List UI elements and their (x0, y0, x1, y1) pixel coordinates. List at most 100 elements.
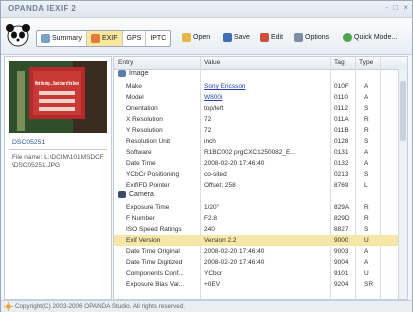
table-row[interactable]: Orientation top/left 0112 S (114, 103, 398, 114)
entry-cell: F Number (126, 215, 155, 222)
table-row[interactable]: Date Time Digitized 2008-02-20 17:46:40 90… (114, 257, 398, 268)
tag-cell: 0132 (334, 160, 349, 167)
tag-cell: 011B (334, 127, 349, 134)
entry-cell: Date Time Digitized (126, 259, 183, 266)
entry-cell: X Resolution (126, 116, 163, 123)
tab-summary[interactable]: Summary (37, 31, 87, 46)
value-cell: 1/20" (204, 204, 219, 211)
tag-cell: 0128 (334, 138, 349, 145)
value-cell[interactable]: Sony Ericsson (204, 83, 328, 90)
exif-table: Entry Value Tag Type Image Make Sony Erics… (113, 56, 408, 300)
table-row[interactable]: ISO Speed Ratings 240 8827 S (114, 224, 398, 235)
column-header-value[interactable]: Value (204, 59, 220, 66)
type-cell: S (364, 138, 369, 145)
open-button[interactable]: Open (182, 30, 210, 45)
tag-cell: 0213 (334, 171, 349, 178)
entry-cell: Resolution Unit (126, 138, 171, 145)
table-row[interactable]: Exif Version Version 2.2 9000 U (114, 235, 398, 246)
table-row[interactable]: Resolution Unit inch 0128 S (114, 136, 398, 147)
toolbar: Summary EXIF GPS IPTC Open Save Edit Opt… (1, 18, 412, 55)
type-cell: A (364, 259, 369, 266)
scrollbar-thumb[interactable] (400, 81, 406, 141)
edit-button[interactable]: Edit (260, 30, 283, 45)
entry-cell: Date Time (126, 160, 156, 167)
table-row[interactable]: YCbCr Positioning co-sited 0213 S (114, 169, 398, 180)
table-row[interactable]: F Number F2.8 829D R (114, 213, 398, 224)
table-header: Entry Value Tag Type (114, 57, 407, 70)
options-button[interactable]: Options (294, 30, 329, 45)
table-row[interactable]: Model W800i 0110 A (114, 92, 398, 103)
entry-cell: Exposure Bias Val... (126, 281, 185, 288)
tag-cell: 829A (334, 204, 350, 211)
table-row[interactable]: Software R1BC002 prgCXC1250082_E... 0131 A (114, 147, 398, 158)
value-cell: 2008-02-20 17:46:40 (204, 259, 265, 266)
title-bar: OPANDA IEXIF 2 - □ × (1, 1, 412, 18)
vertical-scrollbar[interactable] (398, 69, 407, 299)
value-cell: +0EV (204, 281, 221, 288)
window-title: OPANDA IEXIF 2 (8, 4, 77, 13)
maximize-button[interactable]: □ (393, 3, 398, 12)
type-cell: A (364, 248, 369, 255)
panda-logo-icon (6, 24, 30, 47)
table-row[interactable]: Date Time 2008-02-20 17:46:40 0132 A (114, 158, 398, 169)
close-button[interactable]: × (403, 3, 408, 12)
type-cell: A (364, 149, 369, 156)
tag-cell: 011A (334, 116, 349, 123)
type-cell: R (364, 127, 369, 134)
status-bar: Copyright(C) 2003-2006 OPANDA Studio. Al… (1, 300, 412, 312)
entry-cell: Make (126, 83, 142, 90)
minimize-button[interactable]: - (385, 3, 388, 12)
column-header-entry[interactable]: Entry (118, 59, 133, 66)
divider (9, 149, 107, 150)
app-window: OPANDA IEXIF 2 - □ × Summary EXIF GPS IP… (0, 0, 413, 312)
tag-cell: 9101 (334, 270, 349, 277)
copyright-text: Copyright(C) 2003-2006 OPANDA Studio. Al… (15, 303, 185, 310)
entry-cell: YCbCr Positioning (126, 171, 180, 178)
entry-cell: Exif Version (126, 237, 161, 244)
value-cell: Version 2.2 (204, 237, 237, 244)
value-cell: YCbcr (204, 270, 223, 277)
value-cell: R1BC002 prgCXC1250082_E... (204, 149, 296, 156)
photo-sign-text: Mind the step ... Stand clear of the Doo… (35, 81, 79, 87)
tag-cell: 9003 (334, 248, 349, 255)
table-row[interactable]: Date Time Original 2008-02-20 17:46:40 900… (114, 246, 398, 257)
window-controls: - □ × (382, 3, 408, 12)
value-cell: inch (204, 138, 216, 145)
column-header-type[interactable]: Type (359, 59, 373, 66)
table-row[interactable]: Make Sony Ericsson 010F A (114, 81, 398, 92)
table-row[interactable]: Exposure Bias Val... +0EV 9204 SR (114, 279, 398, 290)
image-icon (118, 70, 126, 77)
value-cell: co-sited (204, 171, 227, 178)
tab-gps[interactable]: GPS (123, 31, 147, 46)
tag-cell: 010F (334, 83, 349, 90)
file-path-info: File name: L:\DCIM\101MSDCF\DSC05251.JPG (12, 154, 104, 169)
thumbnail-panel: Mind the step ... Stand clear of the Doo… (4, 56, 112, 300)
type-cell: U (364, 270, 369, 277)
value-cell: 72 (204, 127, 212, 134)
tab-iptc[interactable]: IPTC (146, 31, 170, 46)
group-header[interactable]: Image (118, 70, 148, 77)
disk-icon (223, 33, 232, 42)
table-row[interactable]: ExifIFD Pointer Offset: 258 8769 L (114, 180, 398, 191)
value-cell[interactable]: W800i (204, 94, 328, 101)
value-cell: top/left (204, 105, 224, 112)
entry-cell: ExifIFD Pointer (126, 182, 170, 189)
summary-icon (41, 34, 50, 43)
table-row[interactable]: Y Resolution 72 011B R (114, 125, 398, 136)
table-row[interactable]: Exposure Time 1/20" 829A R (114, 202, 398, 213)
table-row[interactable]: Components Conf... YCbcr 9101 U (114, 268, 398, 279)
quick-mode-button[interactable]: Quick Mode... (343, 30, 397, 45)
type-cell: SR (364, 281, 374, 288)
tab-exif[interactable]: EXIF (86, 31, 123, 46)
value-cell: 72 (204, 116, 212, 123)
table-row[interactable]: X Resolution 72 011A R (114, 114, 398, 125)
type-cell: S (364, 171, 369, 178)
group-header[interactable]: Camera (118, 191, 154, 198)
entry-cell: Orientation (126, 105, 158, 112)
value-cell: F2.8 (204, 215, 218, 222)
column-header-tag[interactable]: Tag (334, 59, 345, 66)
save-button[interactable]: Save (223, 30, 250, 45)
photo-thumbnail[interactable]: Mind the step ... Stand clear of the Doo… (9, 61, 107, 133)
camera-icon (118, 191, 126, 198)
edit-icon (260, 33, 269, 42)
